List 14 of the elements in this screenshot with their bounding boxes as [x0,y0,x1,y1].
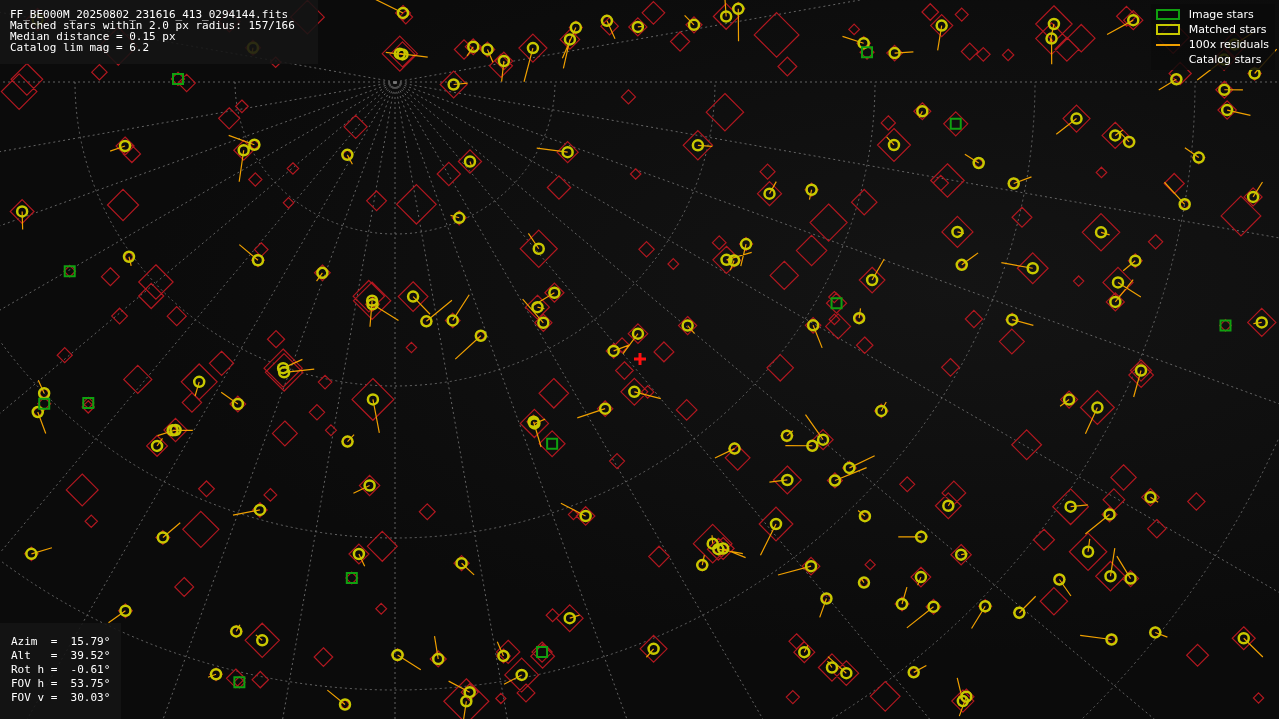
pointing-info-text: Alt = 39.52° [11,649,111,663]
legend-label: Image stars [1188,8,1254,21]
pointing-info-text: Rot h = -0.61° [11,663,111,677]
file-info-text: Matched stars within 2.0 px radius: 157/166 [10,20,295,31]
legend-label: Matched stars [1188,23,1267,36]
legend-label: 100x residuals [1188,38,1269,51]
file-info-text: FF_BE000M_20250802_231616_413_0294144.fits [10,9,289,20]
file-info-text: Catalog lim mag = 6.2 [10,42,150,53]
legend-label: Catalog stars [1188,53,1262,66]
pointing-info-text: Azim = 15.79° [11,635,111,649]
pointing-info-text: FOV h = 53.75° [11,677,111,691]
pointing-info-text: FOV v = 30.03° [11,691,111,705]
center-cross-icon [632,351,648,367]
file-info-text: Median distance = 0.15 px [10,31,176,42]
